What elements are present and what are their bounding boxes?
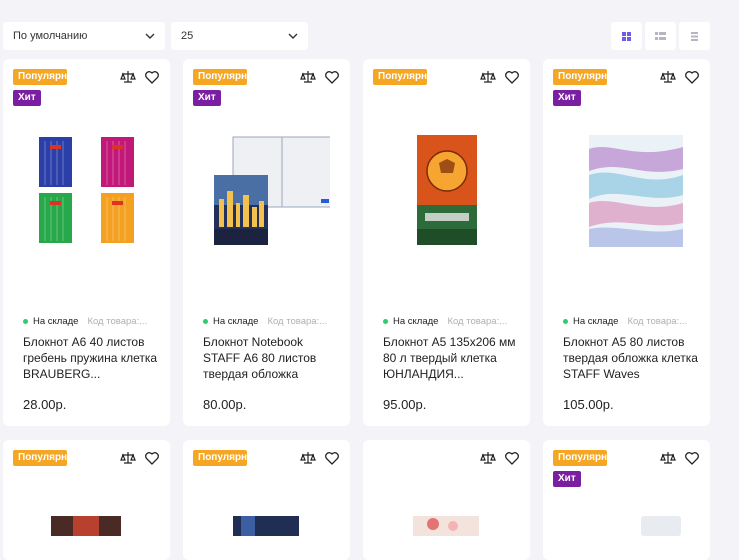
product-card[interactable] [363, 440, 530, 560]
badge-popular: Популярн... [553, 69, 607, 85]
chevron-down-icon [288, 33, 298, 39]
chevron-down-icon [145, 33, 155, 39]
product-image[interactable] [413, 516, 479, 536]
compare-icon[interactable] [660, 450, 676, 466]
product-image[interactable] [23, 119, 150, 249]
product-card[interactable]: Популярн... [183, 440, 350, 560]
compare-icon[interactable] [660, 69, 676, 85]
view-grid-button[interactable] [611, 22, 642, 50]
product-code: Код товара:... [447, 316, 508, 327]
compare-icon[interactable] [300, 450, 316, 466]
favorite-icon[interactable] [144, 69, 160, 85]
favorite-icon[interactable] [684, 450, 700, 466]
in-stock-dot [23, 319, 28, 324]
badge-hit: Хит [553, 471, 581, 487]
stock-status: На складе [33, 316, 79, 327]
sort-select-value: По умолчанию [13, 30, 88, 42]
badge-popular: Популярн... [13, 69, 67, 85]
compare-icon[interactable] [300, 69, 316, 85]
stock-status: На складе [213, 316, 259, 327]
product-card[interactable]: Популярн... Хит [543, 440, 710, 560]
badge-hit: Хит [193, 90, 221, 106]
favorite-icon[interactable] [324, 69, 340, 85]
product-image[interactable] [563, 119, 690, 249]
stock-status: На складе [393, 316, 439, 327]
product-price: 28.00р. [23, 397, 67, 412]
product-card[interactable]: Популярн... На складе Код товара:... Бло… [363, 59, 530, 426]
compare-icon[interactable] [480, 69, 496, 85]
product-price: 80.00р. [203, 397, 247, 412]
product-image[interactable] [51, 516, 121, 536]
product-card[interactable]: Популярн... Хит На складе Код товара:...… [543, 59, 710, 426]
stock-status: На складе [573, 316, 619, 327]
product-image[interactable] [641, 516, 681, 536]
product-image[interactable] [383, 119, 510, 249]
badge-popular: Популярн... [553, 450, 607, 466]
favorite-icon[interactable] [144, 450, 160, 466]
product-card[interactable]: Популярн... Хит На складе Код товара:...… [183, 59, 350, 426]
favorite-icon[interactable] [684, 69, 700, 85]
product-code: Код товара:... [627, 316, 688, 327]
compact-list-icon [691, 31, 698, 41]
product-card[interactable]: Популярн... Хит На складе Код товара:... [3, 59, 170, 426]
view-compact-button[interactable] [679, 22, 710, 50]
product-price: 95.00р. [383, 397, 427, 412]
in-stock-dot [203, 319, 208, 324]
sort-select[interactable]: По умолчанию [3, 22, 165, 50]
badge-popular: Популярн... [13, 450, 67, 466]
product-name[interactable]: Блокнот А5 80 листов твердая обложка кле… [563, 334, 698, 382]
badge-hit: Хит [13, 90, 41, 106]
view-list-button[interactable] [645, 22, 676, 50]
badge-popular: Популярн... [193, 69, 247, 85]
badge-popular: Популярн... [373, 69, 427, 85]
product-price: 105.00р. [563, 397, 614, 412]
product-image[interactable] [203, 119, 330, 249]
favorite-icon[interactable] [324, 450, 340, 466]
per-page-select[interactable]: 25 [171, 22, 308, 50]
grid-icon [622, 31, 631, 41]
product-name[interactable]: Блокнот А6 40 листов гребень пружина кле… [23, 334, 158, 382]
product-name[interactable]: Блокнот Notebook STAFF А6 80 листов твер… [203, 334, 338, 382]
badge-hit: Хит [553, 90, 581, 106]
compare-icon[interactable] [480, 450, 496, 466]
catalog-toolbar: По умолчанию 25 [3, 22, 739, 50]
in-stock-dot [383, 319, 388, 324]
product-code: Код товара:... [267, 316, 328, 327]
compare-icon[interactable] [120, 69, 136, 85]
product-code: Код товара:... [87, 316, 148, 327]
favorite-icon[interactable] [504, 69, 520, 85]
badge-popular: Популярн... [193, 450, 247, 466]
favorite-icon[interactable] [504, 450, 520, 466]
product-image[interactable] [233, 516, 299, 536]
list-icon [655, 31, 666, 40]
in-stock-dot [563, 319, 568, 324]
product-card[interactable]: Популярн... [3, 440, 170, 560]
product-name[interactable]: Блокнот А5 135х206 мм 80 л твердый клетк… [383, 334, 518, 382]
per-page-value: 25 [181, 30, 194, 42]
compare-icon[interactable] [120, 450, 136, 466]
